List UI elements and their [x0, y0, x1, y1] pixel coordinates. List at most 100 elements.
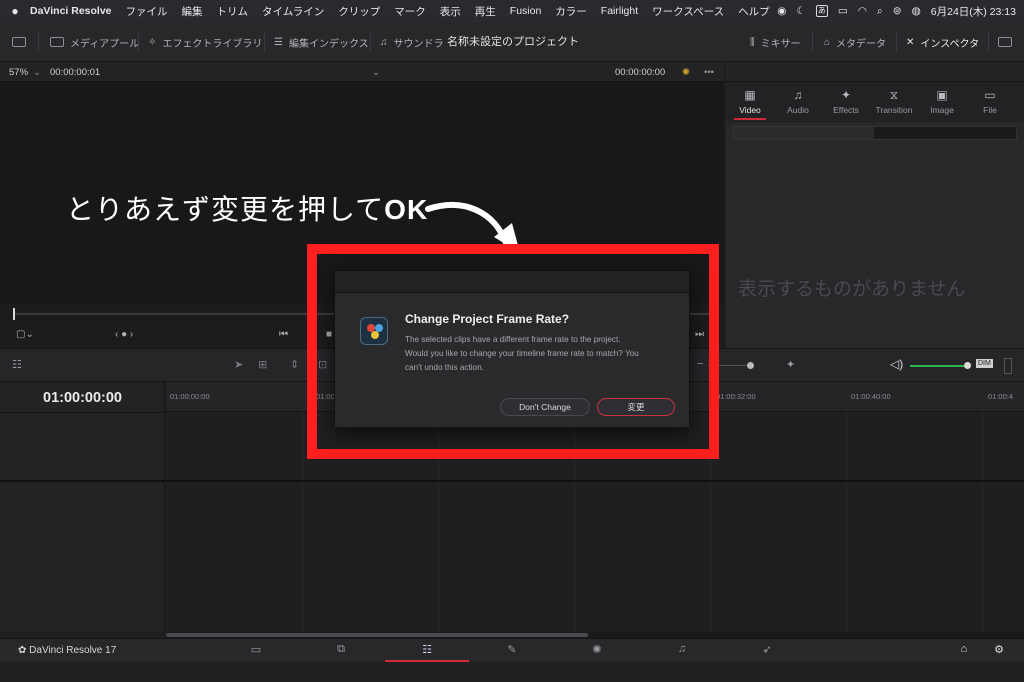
resolve-brand: ✿ DaVinci Resolve 17 [18, 645, 116, 656]
dialog-titlebar [335, 271, 689, 293]
apple-icon[interactable]: ● [0, 4, 30, 18]
tab-file[interactable]: ▭ File [966, 82, 1014, 122]
tab-video[interactable]: ▦ Video [726, 82, 774, 122]
inspector-button[interactable]: ✕ インスペクタ [906, 22, 979, 62]
app-menu[interactable]: DaVinci Resolve [30, 5, 112, 17]
top-toolbar: メディアプール ✧ エフェクトライブラリ ☰ 編集インデックス ♫ サウンドラ … [0, 22, 1024, 62]
blade-icon[interactable]: ⇕ [290, 358, 299, 371]
volume-icon[interactable]: ◁) [890, 357, 903, 371]
fusion-page-icon[interactable]: ✎ [502, 643, 522, 656]
cut-page-icon[interactable]: ⧉ [331, 643, 351, 656]
page-navigation: ✿ DaVinci Resolve 17 ▭ ⧉ ☷ ✎ ✺ ♫ ➶ ⌂ ⚙ [0, 638, 1024, 662]
input-source-icon[interactable]: あ [815, 5, 828, 17]
viewer-dropdown-icon[interactable]: ⌄ [372, 67, 380, 78]
menu-workspace[interactable]: ワークスペース [652, 4, 724, 19]
music-list-icon: ♫ [380, 36, 388, 48]
search-icon[interactable]: ⌕ [877, 5, 883, 18]
wand-icon: ✦ [840, 88, 852, 102]
metadata-button[interactable]: ⌂ メタデータ [824, 22, 886, 62]
dim-button[interactable]: DIM [976, 359, 993, 368]
tab-image[interactable]: ▣ Image [918, 82, 966, 122]
dialog-message: The selected clips have a different fram… [405, 335, 639, 372]
edit-page-icon[interactable]: ☷ [417, 643, 437, 656]
panel-layout-icon[interactable] [998, 22, 1012, 62]
tab-image-label: Image [930, 105, 954, 115]
color-page-icon[interactable]: ✺ [587, 643, 607, 656]
inspector-empty-message: 表示するものがありません [738, 279, 966, 300]
viewer-header: 57% ⌄ 00:00:00:01 ⌄ 00:00:00:00 ✺ ••• [0, 62, 724, 82]
scrollbar-thumb[interactable] [166, 633, 588, 637]
resolve-logo-icon: ✿ [18, 645, 27, 656]
more-options-icon[interactable]: ••• [704, 67, 714, 78]
creative-cloud-icon[interactable]: ◉ [777, 5, 786, 17]
settings-gear-icon[interactable]: ⚙ [989, 643, 1009, 656]
battery-icon[interactable]: ▭ [838, 5, 848, 17]
mac-menubar: ● DaVinci Resolve ファイル 編集 トリム タイムライン クリッ… [0, 0, 1024, 22]
ruler-tick-label: 01:00:00:00 [170, 392, 210, 401]
effects-library-label: エフェクトライブラリ [162, 38, 263, 50]
color-wheel-icon[interactable]: ✺ [682, 67, 690, 78]
file-icon: ▭ [984, 88, 996, 102]
audio-level-slider[interactable] [910, 365, 968, 367]
zoom-chevron-icon[interactable]: ⌄ [33, 67, 41, 78]
list-icon: ☰ [274, 36, 283, 48]
mixer-button[interactable]: ⫼ ミキサー [750, 22, 801, 62]
clip-nav-icon[interactable]: ‹ ● › [115, 329, 133, 340]
annotation-phrase: とりあえず変更を押して [66, 194, 385, 225]
dont-change-button[interactable]: Don't Change [500, 398, 590, 416]
inspector-subtab-bar[interactable] [733, 126, 1017, 140]
menu-view[interactable]: 表示 [440, 4, 461, 19]
inspector-tabs: ▦ Video ♫ Audio ✦ Effects ⧖ Transition ▣… [726, 82, 1024, 122]
menu-playback[interactable]: 再生 [475, 4, 496, 19]
pointer-icon[interactable]: ➤ [234, 358, 243, 371]
menu-fusion[interactable]: Fusion [510, 5, 542, 17]
transform-icon[interactable]: ▢⌄ [16, 329, 34, 340]
zoom-slider-thumb[interactable] [747, 362, 754, 369]
tab-audio[interactable]: ♫ Audio [774, 82, 822, 122]
home-icon[interactable]: ⌂ [954, 643, 974, 655]
menu-timeline[interactable]: タイムライン [262, 4, 324, 19]
deliver-page-icon[interactable]: ➶ [757, 643, 777, 656]
edit-index-button[interactable]: ☰ 編集インデックス [274, 22, 369, 62]
dialog-title: Change Project Frame Rate? [405, 312, 570, 326]
sound-library-label: サウンドラ [393, 38, 444, 50]
monitor-icon[interactable] [12, 22, 26, 62]
clock[interactable]: 6月24日(木) 23:13 [931, 4, 1016, 19]
control-center-icon[interactable]: ⊜ [893, 5, 902, 17]
menu-trim[interactable]: トリム [217, 4, 249, 19]
menu-file[interactable]: ファイル [126, 4, 168, 19]
tab-effects[interactable]: ✦ Effects [822, 82, 870, 122]
dock-strip [0, 662, 1024, 682]
menu-mark[interactable]: マーク [394, 4, 426, 19]
siri-icon[interactable]: ◍ [912, 5, 921, 17]
fairlight-page-icon[interactable]: ♫ [672, 643, 692, 655]
annotation-text: とりあえず変更を押してOK [66, 188, 428, 228]
ruler-tick-label: 01:00:4 [988, 392, 1014, 401]
audio-level-thumb[interactable] [964, 362, 971, 369]
frame-rate-dialog: Change Project Frame Rate? The selected … [334, 270, 690, 428]
skip-start-icon[interactable]: ⏮ [279, 329, 288, 340]
wifi-icon[interactable]: ◠ [858, 5, 867, 17]
menu-edit[interactable]: 編集 [182, 4, 203, 19]
media-pool-button[interactable]: メディアプール [50, 22, 139, 62]
moon-icon[interactable]: ☾ [796, 5, 805, 17]
playhead[interactable] [13, 308, 15, 320]
media-pool-icon [50, 37, 64, 47]
zoom-in-icon[interactable]: ✦ [786, 358, 795, 371]
media-page-icon[interactable]: ▭ [246, 643, 266, 656]
change-button[interactable]: 変更 [597, 398, 675, 416]
mixer-label: ミキサー [760, 38, 801, 50]
music-icon: ♫ [793, 88, 803, 102]
effects-library-button[interactable]: ✧ エフェクトライブラリ [148, 22, 262, 62]
trim-icon[interactable]: ⊞ [258, 358, 267, 371]
sound-library-button[interactable]: ♫ サウンドラ [380, 22, 444, 62]
timeline-view-icon[interactable]: ☷ [12, 358, 22, 371]
menu-color[interactable]: カラー [555, 4, 587, 19]
menu-help[interactable]: ヘルプ [738, 4, 770, 19]
record-timecode: 00:00:00:00 [615, 67, 666, 78]
zoom-level[interactable]: 57% [9, 67, 28, 78]
tab-transition[interactable]: ⧖ Transition [870, 82, 918, 122]
inspector-header [726, 62, 1024, 82]
menu-clip[interactable]: クリップ [338, 4, 380, 19]
menu-fairlight[interactable]: Fairlight [601, 5, 638, 17]
